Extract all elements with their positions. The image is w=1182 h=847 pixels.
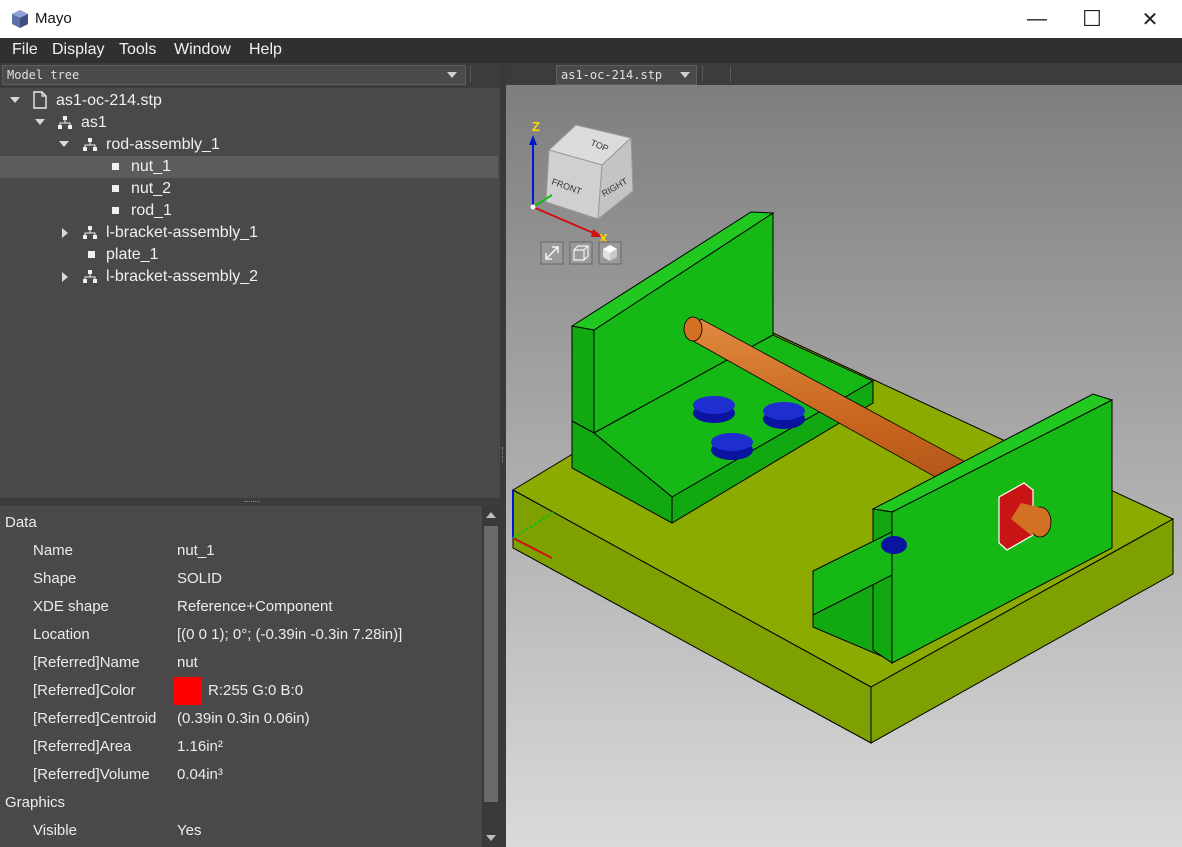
prop-key: XDE shape bbox=[33, 598, 109, 615]
prop-value: SOLID bbox=[177, 570, 223, 587]
tree-item-as1[interactable]: as1 bbox=[0, 112, 498, 134]
prop-row-referred-volume: [Referred]Volume 0.04in³ bbox=[0, 761, 482, 789]
axis-z-label: Z bbox=[532, 119, 540, 134]
menu-help[interactable]: Help bbox=[249, 41, 282, 59]
color-swatch[interactable] bbox=[174, 677, 202, 705]
model-tree: as1-oc-214.stp as1 rod-assembly_1 nut_1 bbox=[0, 88, 500, 498]
prop-row-referred-color: [Referred]Color R:255 G:0 B:0 bbox=[0, 677, 482, 705]
shaded-toggle-button[interactable] bbox=[598, 241, 622, 265]
tree-item-l-bracket-assembly-1[interactable]: l-bracket-assembly_1 bbox=[0, 222, 498, 244]
prop-value: R:255 G:0 B:0 bbox=[208, 682, 304, 699]
expand-arrow-icon[interactable] bbox=[62, 272, 68, 282]
scroll-thumb[interactable] bbox=[484, 526, 498, 802]
prop-value: (0.39in 0.3in 0.06in) bbox=[177, 710, 310, 727]
prop-row-name: Name nut_1 bbox=[0, 537, 482, 565]
assembly-icon bbox=[58, 116, 72, 129]
menu-display[interactable]: Display bbox=[52, 41, 104, 59]
3d-viewport[interactable]: TOP FRONT RIGHT Z X bbox=[506, 85, 1182, 847]
tree-item-label: nut_1 bbox=[131, 158, 172, 175]
tree-item-label: rod_1 bbox=[131, 202, 172, 219]
prop-key: Name bbox=[33, 542, 74, 559]
prop-value[interactable]: Yes bbox=[177, 822, 201, 839]
assembly-icon bbox=[83, 138, 97, 151]
tree-item-label: nut_2 bbox=[131, 180, 172, 197]
part-icon bbox=[112, 207, 119, 214]
prop-row-location: Location [(0 0 1); 0°; (-0.39in -0.3in 7… bbox=[0, 621, 482, 649]
prop-key: [Referred]Area bbox=[33, 738, 132, 755]
part-icon bbox=[112, 163, 119, 170]
expand-arrow-icon[interactable] bbox=[62, 228, 68, 238]
prop-key: [Referred]Color bbox=[33, 682, 136, 699]
tree-item-label: l-bracket-assembly_1 bbox=[106, 224, 259, 241]
minimize-button[interactable]: — bbox=[1008, 0, 1066, 38]
app-icon bbox=[12, 10, 28, 28]
tree-item-l-bracket-assembly-2[interactable]: l-bracket-assembly_2 bbox=[0, 266, 498, 288]
prop-value: nut_1 bbox=[177, 542, 215, 559]
assembly-icon bbox=[83, 226, 97, 239]
scroll-down-icon[interactable] bbox=[486, 835, 496, 841]
tree-item-label: rod-assembly_1 bbox=[106, 136, 220, 153]
prop-row-referred-name: [Referred]Name nut bbox=[0, 649, 482, 677]
prop-value: 1.16in² bbox=[177, 738, 223, 755]
chevron-down-icon bbox=[680, 72, 690, 78]
chevron-down-icon bbox=[447, 72, 457, 78]
panel-selector-label: Model tree bbox=[7, 68, 80, 82]
maximize-button[interactable]: ☐ bbox=[1063, 0, 1121, 38]
prop-row-xde-shape: XDE shape Reference+Component bbox=[0, 593, 482, 621]
tree-item-document[interactable]: as1-oc-214.stp bbox=[0, 90, 498, 112]
scroll-up-icon[interactable] bbox=[486, 512, 496, 518]
tree-item-plate-1[interactable]: plate_1 bbox=[0, 244, 498, 266]
menu-tools[interactable]: Tools bbox=[119, 41, 156, 59]
menu-bar: File Display Tools Window Help bbox=[0, 38, 1182, 63]
section-data-header: Data bbox=[5, 514, 37, 531]
prop-row-referred-area: [Referred]Area 1.16in² bbox=[0, 733, 482, 761]
prop-value: nut bbox=[177, 654, 198, 671]
prop-key: [Referred]Name bbox=[33, 654, 140, 671]
prop-key: [Referred]Centroid bbox=[33, 710, 157, 727]
file-icon bbox=[33, 91, 47, 109]
expand-arrow-icon[interactable] bbox=[35, 119, 45, 125]
left-panel: Model tree as1-oc-214.stp as1 rod-assemb… bbox=[0, 63, 502, 847]
prop-key: [Referred]Volume bbox=[33, 766, 150, 783]
document-selector-combo[interactable]: as1-oc-214.stp bbox=[556, 65, 697, 85]
prop-row-visible[interactable]: Visible Yes bbox=[0, 817, 482, 845]
prop-value: [(0 0 1); 0°; (-0.39in -0.3in 7.28in)] bbox=[177, 626, 403, 643]
panel-selector-combo[interactable]: Model tree bbox=[2, 65, 466, 85]
tree-item-rod-assembly[interactable]: rod-assembly_1 bbox=[0, 134, 498, 156]
properties-panel: Data Name nut_1 Shape SOLID XDE shape Re… bbox=[0, 506, 482, 847]
title-bar: Mayo — ☐ ✕ bbox=[0, 0, 1182, 38]
panel-splitter[interactable] bbox=[0, 498, 500, 506]
prop-key: Location bbox=[33, 626, 90, 643]
prop-value: 0.04in³ bbox=[177, 766, 223, 783]
window-title: Mayo bbox=[35, 10, 72, 27]
prop-key: Visible bbox=[33, 822, 77, 839]
expand-arrow-icon[interactable] bbox=[59, 141, 69, 147]
prop-row-referred-centroid: [Referred]Centroid (0.39in 0.3in 0.06in) bbox=[0, 705, 482, 733]
properties-scrollbar[interactable] bbox=[482, 506, 500, 847]
wireframe-toggle-button[interactable] bbox=[569, 241, 593, 265]
tree-item-label: as1 bbox=[81, 114, 107, 131]
menu-file[interactable]: File bbox=[12, 41, 38, 59]
tree-item-label: l-bracket-assembly_2 bbox=[106, 268, 259, 285]
part-icon bbox=[112, 185, 119, 192]
tree-item-nut-2[interactable]: nut_2 bbox=[0, 178, 498, 200]
fit-all-button[interactable] bbox=[540, 241, 564, 265]
section-graphics-header: Graphics bbox=[5, 794, 66, 811]
prop-value: Reference+Component bbox=[177, 598, 333, 615]
expand-arrow-icon[interactable] bbox=[10, 97, 20, 103]
tree-item-nut-1[interactable]: nut_1 bbox=[0, 156, 498, 178]
tree-item-label: plate_1 bbox=[106, 246, 159, 263]
menu-window[interactable]: Window bbox=[174, 41, 231, 59]
document-selector-label: as1-oc-214.stp bbox=[561, 68, 663, 82]
tree-item-rod-1[interactable]: rod_1 bbox=[0, 200, 498, 222]
close-button[interactable]: ✕ bbox=[1121, 0, 1179, 38]
assembly-icon bbox=[83, 270, 97, 283]
part-icon bbox=[88, 251, 95, 258]
prop-key: Shape bbox=[33, 570, 77, 587]
prop-row-shape: Shape SOLID bbox=[0, 565, 482, 593]
tree-item-label: as1-oc-214.stp bbox=[56, 92, 162, 109]
